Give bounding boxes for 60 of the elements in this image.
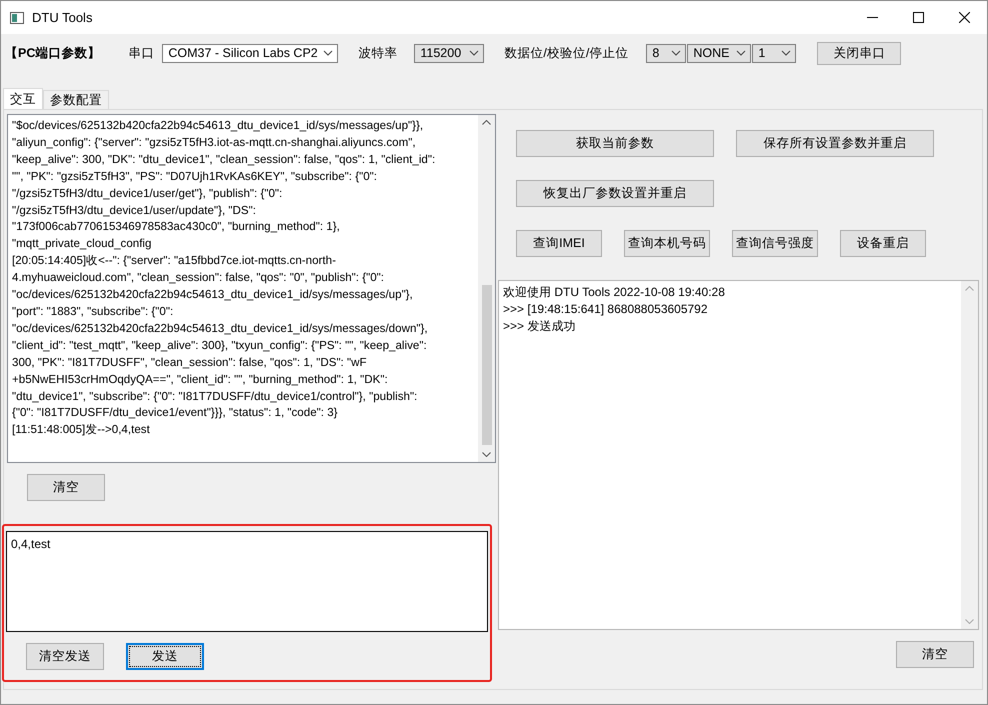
scroll-down-icon[interactable] bbox=[482, 452, 491, 457]
output-line: >>> 发送成功 bbox=[503, 318, 576, 335]
data-bits-dropdown[interactable]: 8 bbox=[646, 44, 686, 62]
app-icon bbox=[10, 12, 24, 24]
tab[interactable]: 参数配置 bbox=[43, 90, 109, 109]
log-line: 4.myhuaweicloud.com", "clean_session": false, "qos": "0", "publish": {"0": bbox=[12, 270, 386, 286]
log-line: [20:05:14:405]收<--": {"server": "a15fbbd7ce.iot-mqtts.cn-north- bbox=[12, 253, 337, 270]
scroll-up-icon[interactable] bbox=[482, 120, 491, 125]
action-button[interactable]: 查询IMEI bbox=[516, 230, 602, 257]
section-label: 【PC端口参数】 bbox=[5, 44, 100, 62]
log-line: +b5NwEHI53crHmOqdyQA==", "client_id": "", "burning_method": 1, "DK": bbox=[12, 372, 389, 388]
clear-send-button[interactable]: 清空发送 bbox=[26, 643, 104, 670]
output-line: >>> [19:48:15:641] 868088053605792 bbox=[503, 300, 709, 318]
log-line: [11:51:48:005]发-->0,4,test bbox=[12, 422, 151, 438]
scrollbar[interactable] bbox=[478, 115, 495, 462]
log-line: 300, "PK": "I81T7DUSFF", "clean_session": false, "qos": 1, "DS": "wF bbox=[12, 354, 368, 371]
close-port-button[interactable]: 关闭串口 bbox=[817, 42, 902, 64]
log-line: "aliyun_config": {"server": "gzsi5zT5fH3.iot-as-mqtt.cn-shanghai.aliyuncs.com", bbox=[12, 134, 417, 151]
parity-dropdown[interactable]: NONE bbox=[687, 44, 752, 62]
log-line: "mqtt_private_cloud_config bbox=[12, 236, 152, 252]
log-line: "oc/devices/625132b420cfa22b94c54613_dtu_device1_id/sys/messages/up"}, bbox=[12, 287, 414, 304]
chevron-down-icon bbox=[323, 50, 334, 56]
log-line: "keep_alive": 300, "DK": "dtu_device1", "clean_session": false, "qos": 1, "client_id": bbox=[12, 152, 436, 168]
chevron-down-icon bbox=[469, 50, 480, 56]
action-button[interactable]: 查询本机号码 bbox=[624, 230, 710, 257]
log-line: "173f006cab770615346978583ac430c0", "burning_method": 1}, bbox=[12, 219, 341, 236]
action-button[interactable]: 恢复出厂参数设置并重启 bbox=[516, 180, 714, 207]
minimize-icon bbox=[866, 17, 878, 18]
format-label: 数据位/校验位/停止位 bbox=[504, 44, 628, 62]
action-button[interactable]: 保存所有设置参数并重启 bbox=[736, 130, 934, 157]
stop-bits-dropdown[interactable]: 1 bbox=[752, 44, 796, 62]
log-line: "client_id": "test_mqtt", "keep_alive": 300}, "txyun_config": {"PS": "", "keep_alive": bbox=[12, 338, 428, 354]
output-line: 欢迎使用 DTU Tools 2022-10-08 19:40:28 bbox=[503, 284, 726, 301]
window-title: DTU Tools bbox=[32, 10, 94, 25]
chevron-down-icon bbox=[671, 50, 682, 56]
log-line: "port": "1883", "subscribe": {"0": bbox=[12, 304, 174, 320]
maximize-icon bbox=[912, 12, 924, 23]
log-line: "$oc/devices/625132b420cfa22b94c54613_dtu_device1_id/sys/messages/up"}}, bbox=[12, 118, 424, 134]
send-input-field[interactable]: 0,4,test bbox=[6, 531, 488, 632]
scroll-thumb[interactable] bbox=[482, 285, 492, 445]
action-button[interactable]: 获取当前参数 bbox=[516, 130, 714, 157]
action-button[interactable]: 查询信号强度 bbox=[732, 230, 818, 257]
clear-output-button[interactable]: 清空 bbox=[896, 641, 974, 668]
baud-dropdown[interactable]: 115200 bbox=[414, 44, 484, 62]
port-label: 串口 bbox=[128, 44, 154, 62]
log-line: "oc/devices/625132b420cfa22b94c54613_dtu_device1_id/sys/messages/down"}, bbox=[12, 320, 429, 337]
log-line: "/gzsi5zT5fH3/dtu_device1/user/get"}, "publish": {"0": bbox=[12, 186, 284, 202]
action-button[interactable]: 设备重启 bbox=[840, 230, 926, 257]
chevron-down-icon bbox=[781, 50, 792, 56]
close-icon bbox=[958, 12, 970, 23]
log-line: {"0": "I81T7DUSFF/dtu_device1/event"}}}, "status": 1, "code": 3} bbox=[12, 405, 339, 422]
baud-label: 波特率 bbox=[358, 44, 398, 62]
log-line: "/gzsi5zT5fH3/dtu_device1/user/update"}, "DS": bbox=[12, 202, 257, 219]
log-line: "dtu_device1", "subscribe": {"0": "I81T7DUSFF/dtu_device1/control"}, "publish": bbox=[12, 388, 418, 404]
send-button[interactable]: 发送 bbox=[126, 643, 204, 670]
tab[interactable]: 交互 bbox=[3, 88, 43, 109]
chevron-down-icon bbox=[736, 50, 746, 56]
clear-log-button[interactable]: 清空 bbox=[27, 474, 105, 501]
log-line: "", "PK": "gzsi5zT5fH3", "PS": "D07Ujh1RvKAs6KEY", "subscribe": {"0": bbox=[12, 168, 378, 185]
port-dropdown[interactable]: COM37 - Silicon Labs CP2 bbox=[162, 44, 338, 62]
